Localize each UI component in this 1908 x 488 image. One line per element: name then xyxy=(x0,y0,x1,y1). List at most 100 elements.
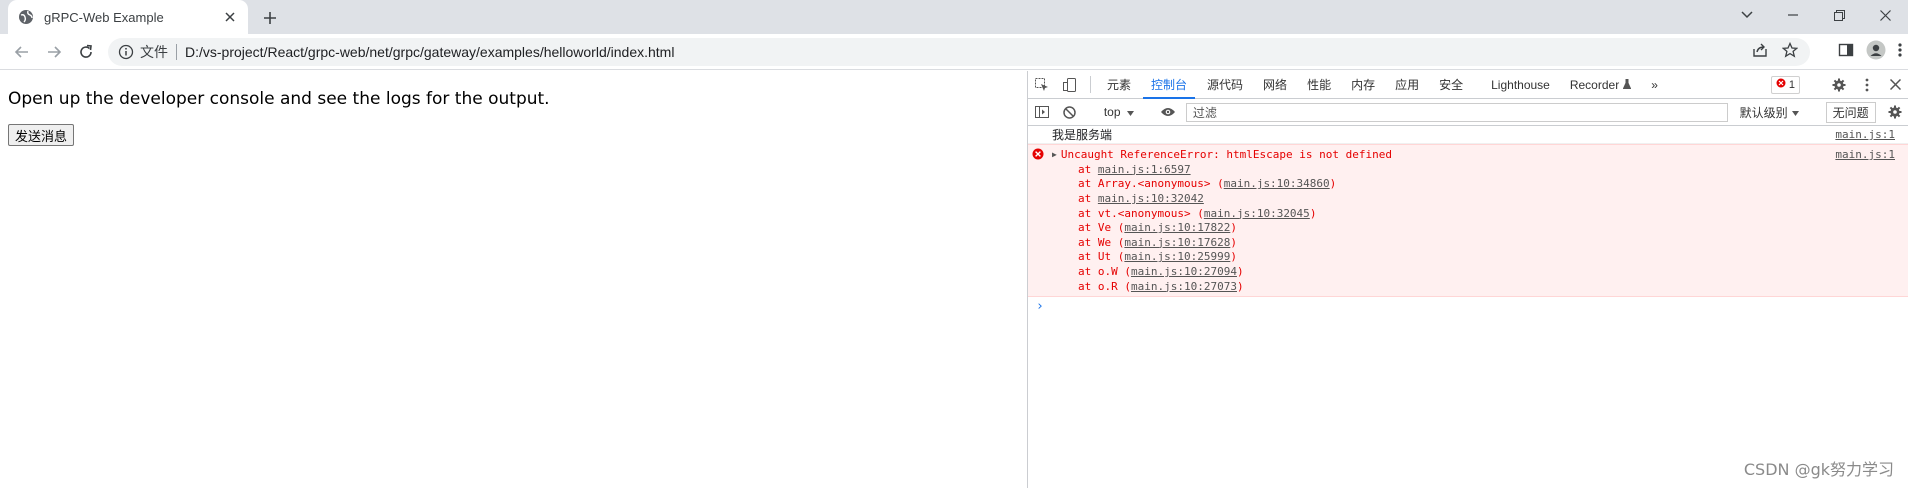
stack-frame: at main.js:1:6597 xyxy=(1028,162,1908,177)
log-source-link[interactable]: main.js:1 xyxy=(1835,128,1895,141)
filter-input[interactable]: 过滤 xyxy=(1185,102,1728,122)
devtools-menu-icon[interactable] xyxy=(1853,78,1881,92)
stack-frame-suffix: ) xyxy=(1236,264,1244,278)
tab-recorder[interactable]: Recorder xyxy=(1560,71,1641,98)
info-icon[interactable] xyxy=(118,44,134,60)
new-tab-icon[interactable] xyxy=(258,6,282,30)
devtools-panel: 元素 控制台 源代码 网络 性能 内存 应用 安全 Lighthouse Rec… xyxy=(1027,71,1908,488)
browser-menu-icon[interactable] xyxy=(1898,42,1902,63)
log-levels-select[interactable]: 默认级别 xyxy=(1732,104,1807,121)
browser-toolbar: 文件 D:/vs-project/React/grpc-web/net/grpc… xyxy=(0,34,1908,70)
stack-frame-link[interactable]: main.js:10:25999 xyxy=(1124,250,1230,263)
intro-text: Open up the developer console and see th… xyxy=(8,89,550,109)
console-toolbar: top 过滤 默认级别 无问题 xyxy=(1028,99,1908,126)
live-expression-eye-icon[interactable] xyxy=(1155,107,1182,117)
error-header[interactable]: ▶ Uncaught ReferenceError: htmlEscape is… xyxy=(1028,147,1908,162)
error-count: 1 xyxy=(1788,78,1795,91)
error-source-link[interactable]: main.js:1 xyxy=(1835,148,1895,161)
stack-frame-prefix: at xyxy=(1078,191,1098,205)
log-text: 我是服务端 xyxy=(1052,128,1113,142)
issues-button[interactable]: 无问题 xyxy=(1825,101,1876,123)
tab-strip: gRPC-Web Example xyxy=(0,0,1908,34)
tab-memory[interactable]: 内存 xyxy=(1341,71,1385,98)
tab-divider xyxy=(1090,76,1091,93)
console-settings-gear-icon[interactable] xyxy=(1882,105,1908,119)
prompt-chevron-icon: › xyxy=(1036,298,1044,314)
stack-frame-prefix: at vt.<anonymous> ( xyxy=(1078,206,1204,220)
tab-security[interactable]: 安全 xyxy=(1429,71,1473,98)
tab-lighthouse[interactable]: Lighthouse xyxy=(1473,71,1560,98)
stack-frame-prefix: at Array.<anonymous> ( xyxy=(1078,177,1224,191)
stack-frame-suffix: ) xyxy=(1329,177,1337,191)
url-text[interactable]: D:/vs-project/React/grpc-web/net/grpc/ga… xyxy=(185,44,1752,60)
filter-placeholder: 过滤 xyxy=(1192,105,1217,120)
tab-sources[interactable]: 源代码 xyxy=(1197,71,1253,98)
stack-frame-prefix: at Ut ( xyxy=(1078,250,1125,264)
tab-search-icon[interactable] xyxy=(1724,0,1770,30)
console-prompt[interactable]: › xyxy=(1028,297,1908,315)
watermark: CSDN @gk努力学习 xyxy=(1743,460,1894,479)
stack-frame-link[interactable]: main.js:10:27073 xyxy=(1131,280,1237,293)
context-value: top xyxy=(1103,105,1121,119)
send-message-button[interactable]: 发送消息 xyxy=(8,124,75,146)
expand-caret-icon[interactable]: ▶ xyxy=(1052,150,1057,159)
page-content: Open up the developer console and see th… xyxy=(0,71,1027,488)
dropdown-triangle-icon xyxy=(1126,105,1134,119)
sidebar-toggle-icon[interactable] xyxy=(1028,106,1055,118)
globe-icon xyxy=(18,9,34,25)
clear-console-icon[interactable] xyxy=(1055,105,1082,119)
reload-icon[interactable] xyxy=(74,40,98,64)
flask-icon xyxy=(1622,78,1632,92)
stack-frame-prefix: at xyxy=(1078,162,1098,176)
device-toolbar-icon[interactable] xyxy=(1056,71,1084,98)
error-stack-trace: at main.js:1:6597 at Array.<anonymous> (m… xyxy=(1028,162,1908,293)
stack-frame-link[interactable]: main.js:10:32045 xyxy=(1204,207,1310,220)
stack-frame: at vt.<anonymous> (main.js:10:32045) xyxy=(1028,206,1908,221)
browser-tab[interactable]: gRPC-Web Example xyxy=(8,0,248,34)
close-window-icon[interactable] xyxy=(1862,0,1908,30)
stack-frame-link[interactable]: main.js:10:34860 xyxy=(1224,177,1330,190)
stack-frame-link[interactable]: main.js:10:32042 xyxy=(1098,192,1204,205)
stack-frame: at Ut (main.js:10:25999) xyxy=(1028,250,1908,265)
dropdown-triangle-icon xyxy=(1791,105,1799,119)
devtools-tab-bar: 元素 控制台 源代码 网络 性能 内存 应用 安全 Lighthouse Rec… xyxy=(1028,71,1908,99)
stack-frame: at o.R (main.js:10:27073) xyxy=(1028,279,1908,294)
tab-network[interactable]: 网络 xyxy=(1253,71,1297,98)
more-tabs-button[interactable]: » xyxy=(1641,71,1668,98)
back-icon[interactable] xyxy=(10,40,34,64)
stack-frame-link[interactable]: main.js:10:27094 xyxy=(1131,265,1237,278)
stack-frame: at o.W (main.js:10:27094) xyxy=(1028,264,1908,279)
stack-frame-suffix: ) xyxy=(1230,235,1237,249)
stack-frame-link[interactable]: main.js:10:17628 xyxy=(1124,236,1230,249)
forward-icon[interactable] xyxy=(42,40,66,64)
tab-title: gRPC-Web Example xyxy=(44,9,164,25)
error-circle-icon xyxy=(1032,148,1046,162)
restore-icon[interactable] xyxy=(1816,0,1862,30)
console-log-message: 我是服务端 main.js:1 xyxy=(1028,126,1908,144)
settings-gear-icon[interactable] xyxy=(1825,78,1853,92)
stack-frame: at We (main.js:10:17628) xyxy=(1028,235,1908,250)
close-devtools-icon[interactable] xyxy=(1881,79,1908,90)
stack-frame-link[interactable]: main.js:1:6597 xyxy=(1098,163,1191,176)
tab-performance[interactable]: 性能 xyxy=(1297,71,1341,98)
tab-close-icon[interactable] xyxy=(222,9,238,25)
tab-elements[interactable]: 元素 xyxy=(1097,71,1141,98)
bookmark-star-icon[interactable] xyxy=(1781,41,1799,63)
stack-frame-suffix: ) xyxy=(1230,221,1237,235)
context-select[interactable]: top xyxy=(1096,105,1142,119)
share-icon[interactable] xyxy=(1752,42,1768,63)
console-output: 我是服务端 main.js:1 ▶ Uncaught ReferenceErro… xyxy=(1028,126,1908,488)
console-error-message: ▶ Uncaught ReferenceError: htmlEscape is… xyxy=(1028,144,1908,298)
inspect-element-icon[interactable] xyxy=(1028,71,1056,98)
tab-application[interactable]: 应用 xyxy=(1385,71,1429,98)
side-panel-icon[interactable] xyxy=(1838,42,1854,63)
stack-frame: at main.js:10:32042 xyxy=(1028,191,1908,206)
stack-frame-suffix: ) xyxy=(1236,279,1244,293)
stack-frame-prefix: at o.R ( xyxy=(1078,279,1131,293)
address-bar[interactable]: 文件 D:/vs-project/React/grpc-web/net/grpc… xyxy=(108,38,1810,66)
profile-avatar-icon[interactable] xyxy=(1866,40,1886,65)
minimize-icon[interactable] xyxy=(1770,0,1816,30)
tab-console[interactable]: 控制台 xyxy=(1141,71,1197,99)
error-count-badge[interactable]: 1 xyxy=(1770,75,1800,94)
stack-frame-link[interactable]: main.js:10:17822 xyxy=(1124,221,1230,234)
